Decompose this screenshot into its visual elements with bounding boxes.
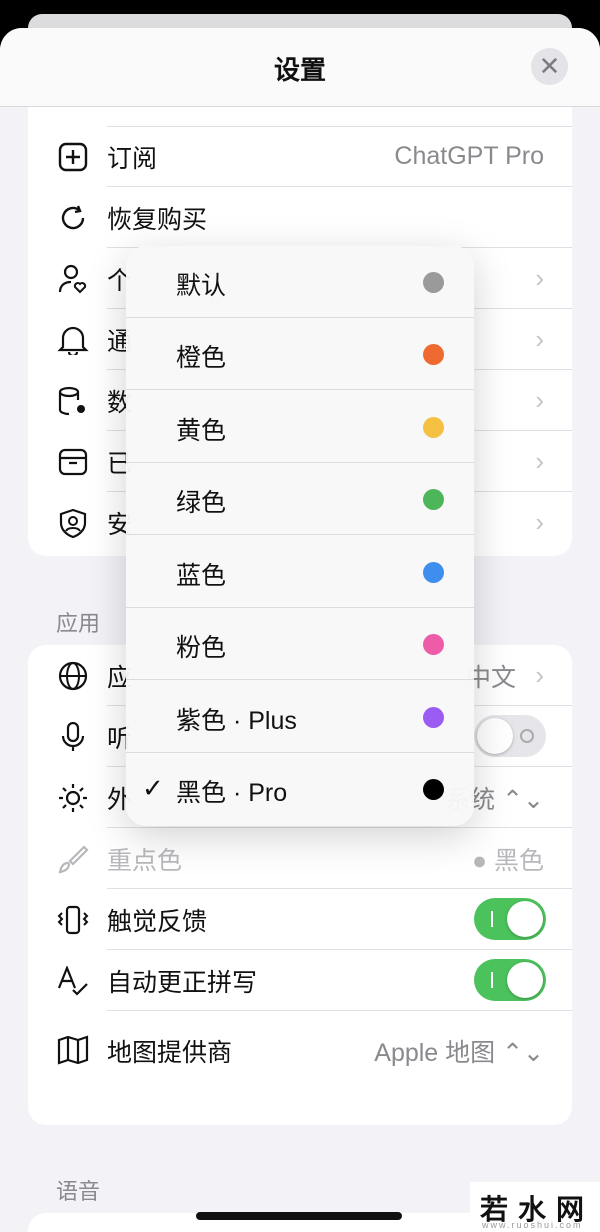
accent-option-black[interactable]: ✓ 黑色 · Pro	[126, 753, 474, 825]
accent-option-blue[interactable]: 蓝色	[126, 536, 474, 608]
navigation-bar: 设置 ✕	[0, 28, 600, 107]
map-provider-label: 地图提供商	[107, 1039, 233, 1067]
restore-purchase-label: 恢复购买	[107, 205, 208, 234]
spellcheck-icon	[57, 966, 88, 996]
accent-color-menu: 默认 橙色 黄色 绿色 蓝色 粉色 紫色 · Plus ✓ 黑色 · Pro	[126, 246, 474, 826]
globe-icon	[58, 661, 88, 691]
section-title-voice: 语音	[56, 1179, 101, 1204]
chevron-right-icon: ›	[535, 385, 544, 415]
color-dot	[423, 634, 444, 655]
chevron-right-icon: ›	[535, 446, 544, 476]
accent-option-pink[interactable]: 粉色	[126, 608, 474, 680]
haptic-feedback-row: 触觉反馈	[28, 889, 572, 950]
color-dot	[423, 272, 444, 293]
color-dot	[423, 417, 444, 438]
autocorrect-toggle[interactable]	[474, 959, 546, 1001]
home-indicator	[196, 1212, 402, 1220]
archive-icon	[58, 448, 88, 476]
paintbrush-icon	[58, 845, 89, 874]
chevron-right-icon: ›	[535, 263, 544, 293]
close-button[interactable]: ✕	[531, 48, 568, 85]
color-dot	[423, 344, 444, 365]
personalization-icon	[58, 264, 87, 294]
subscription-value: ChatGPT Pro	[394, 142, 544, 170]
subscription-row[interactable]: 订阅 ChatGPT Pro	[28, 126, 572, 187]
accent-option-yellow[interactable]: 黄色	[126, 391, 474, 463]
sun-icon	[59, 784, 87, 812]
accent-option-default[interactable]: 默认	[126, 246, 474, 318]
map-provider-value: Apple 地图 ⌃⌄	[374, 1039, 544, 1067]
bell-icon	[57, 326, 89, 355]
color-dot	[423, 779, 444, 800]
color-dot	[423, 562, 444, 583]
watermark: 若水网 www.ruoshui.com	[470, 1182, 600, 1232]
haptics-icon	[57, 905, 89, 935]
chevron-right-icon: ›	[535, 507, 544, 537]
haptic-feedback-toggle[interactable]	[474, 898, 546, 940]
voice-input-toggle[interactable]	[474, 715, 546, 757]
map-provider-row[interactable]: 地图提供商 Apple 地图 ⌃⌄	[28, 1011, 572, 1091]
chevron-right-icon: ›	[535, 324, 544, 354]
watermark-subtext: www.ruoshui.com	[482, 1220, 583, 1230]
autocorrect-row: 自动更正拼写	[28, 950, 572, 1011]
accent-color-row[interactable]: 重点色 ● 黑色	[28, 828, 572, 889]
map-icon	[57, 1035, 89, 1065]
chevron-right-icon: ›	[535, 660, 544, 690]
haptic-feedback-label: 触觉反馈	[107, 907, 208, 936]
accent-option-purple[interactable]: 紫色 · Plus	[126, 681, 474, 753]
restore-purchase-row[interactable]: 恢复购买	[28, 187, 572, 248]
subscription-label: 订阅	[107, 144, 158, 173]
autocorrect-label: 自动更正拼写	[107, 968, 258, 997]
database-gear-icon	[58, 386, 85, 416]
shield-icon	[59, 508, 87, 538]
accent-color-label: 重点色	[107, 846, 183, 875]
plus-square-icon	[58, 142, 88, 172]
checkmark-icon: ✓	[142, 773, 164, 803]
accent-option-orange[interactable]: 橙色	[126, 318, 474, 390]
color-dot	[423, 489, 444, 510]
page-title: 设置	[273, 55, 326, 85]
section-title-app: 应用	[56, 611, 101, 636]
refresh-icon	[61, 205, 85, 230]
accent-color-value: ● 黑色	[471, 846, 544, 875]
accent-option-green[interactable]: 绿色	[126, 463, 474, 535]
microphone-icon	[61, 722, 85, 751]
color-dot	[423, 707, 444, 728]
